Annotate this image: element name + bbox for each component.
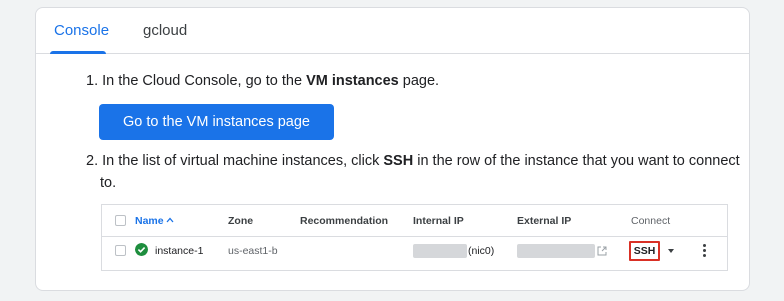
- header-recommendation: Recommendation: [300, 215, 389, 227]
- tab-active-indicator: [50, 51, 106, 54]
- vm-instances-table: Name Zone Recommendation Internal IP Ext…: [101, 204, 728, 271]
- step-2-text: In the list of virtual machine instances…: [102, 153, 384, 169]
- row-checkbox[interactable]: [115, 245, 126, 256]
- internal-ip-nic: (nic0): [468, 245, 495, 257]
- external-link-icon[interactable]: [597, 246, 607, 256]
- internal-ip-redacted: [413, 244, 467, 258]
- header-external-ip: External IP: [517, 215, 572, 227]
- step-1-suffix: page.: [398, 73, 440, 89]
- tab-bar: Console gcloud: [36, 8, 749, 54]
- step-1-text: In the Cloud Console, go to the: [102, 73, 307, 89]
- step-1-number: 1.: [86, 73, 99, 89]
- instance-name[interactable]: instance-1: [155, 245, 203, 257]
- more-vert-icon[interactable]: [703, 244, 707, 258]
- sort-up-icon[interactable]: [166, 217, 174, 223]
- step-2-suffix: in the row of the instance that you want…: [413, 153, 740, 169]
- caret-down-icon[interactable]: [668, 249, 674, 253]
- external-ip-redacted: [517, 244, 595, 258]
- step-2-number: 2.: [86, 153, 99, 169]
- step-2-bold: SSH: [383, 153, 414, 169]
- step-1: 1. In the Cloud Console, go to the VM in…: [86, 70, 439, 92]
- header-connect: Connect: [631, 215, 671, 227]
- table-divider: [102, 236, 727, 237]
- instance-zone: us-east1-b: [228, 245, 278, 257]
- check-circle-icon: [135, 243, 148, 256]
- header-name[interactable]: Name: [135, 215, 164, 227]
- ssh-button[interactable]: SSH: [629, 241, 660, 261]
- select-all-checkbox[interactable]: [115, 215, 126, 226]
- tab-console[interactable]: Console: [54, 8, 109, 54]
- header-internal-ip: Internal IP: [413, 215, 464, 227]
- go-to-vm-instances-button[interactable]: Go to the VM instances page: [99, 104, 334, 140]
- step-2: 2. In the list of virtual machine instan…: [86, 150, 746, 172]
- instructions-card: Console gcloud 1. In the Cloud Console, …: [35, 7, 750, 291]
- step-2-line-2: to.: [100, 175, 117, 191]
- tab-gcloud[interactable]: gcloud: [143, 8, 187, 54]
- header-zone: Zone: [228, 215, 254, 227]
- step-1-bold: VM instances: [306, 73, 399, 89]
